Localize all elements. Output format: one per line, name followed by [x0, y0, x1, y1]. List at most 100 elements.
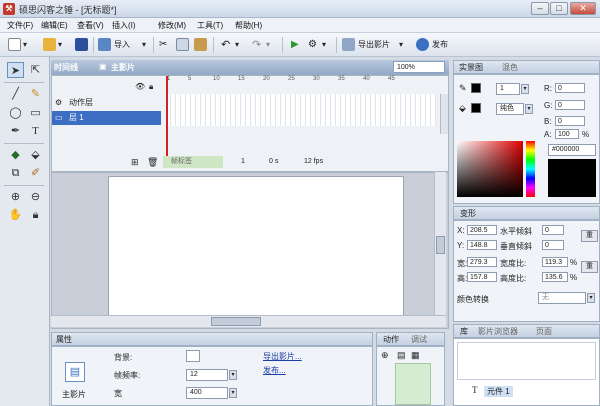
timeline-tab[interactable]: 时间线: [54, 62, 78, 73]
movie-explorer-tab[interactable]: 影片浏览器: [478, 326, 518, 338]
stroke-color-icon[interactable]: ✎: [459, 83, 467, 94]
selection-tool-icon[interactable]: ➤: [7, 62, 24, 78]
timeline-vscroll[interactable]: [440, 94, 448, 134]
open-folder-icon[interactable]: [43, 38, 56, 51]
alpha-input[interactable]: 100: [555, 129, 579, 139]
stroke-color-swatch[interactable]: [471, 83, 481, 93]
new-file-icon[interactable]: [8, 38, 21, 51]
lock-column-icon[interactable]: 🔒︎: [149, 82, 153, 92]
export-movie-link[interactable]: 导出影片...: [263, 351, 302, 362]
fill-type-dropdown-icon[interactable]: ▾: [525, 104, 533, 114]
pen-tool-icon[interactable]: ✒: [7, 123, 24, 139]
fill-transform-icon[interactable]: ⧉: [7, 165, 24, 181]
pages-tab[interactable]: 页面: [536, 326, 552, 338]
reset-skew-button[interactable]: 重: [581, 230, 598, 242]
layer-row[interactable]: ⚙ 动作层: [52, 96, 161, 110]
playhead[interactable]: [166, 76, 168, 156]
menu-view[interactable]: 查看(V): [77, 20, 104, 31]
x-input[interactable]: 208.5: [467, 225, 497, 235]
redo-dropdown-icon[interactable]: ▾: [266, 38, 270, 52]
menu-file[interactable]: 文件(F): [7, 20, 33, 31]
export-dropdown-icon[interactable]: ▾: [399, 38, 403, 52]
fill-color-swatch[interactable]: [471, 103, 481, 113]
publish-link[interactable]: 发布...: [263, 365, 286, 376]
menu-modify[interactable]: 修改(M): [158, 20, 186, 31]
actions-editor[interactable]: [395, 363, 431, 405]
import-button[interactable]: 导入: [114, 38, 130, 52]
stage-hscroll[interactable]: [51, 315, 446, 327]
export-movie-icon[interactable]: [342, 38, 355, 51]
properties-tab[interactable]: 属性: [56, 334, 72, 345]
menu-help[interactable]: 帮助(H): [235, 20, 262, 31]
transform-tab[interactable]: 变形: [460, 208, 476, 220]
maximize-button[interactable]: □: [550, 2, 568, 15]
color-tab[interactable]: 实景图: [459, 62, 483, 74]
menu-tools[interactable]: 工具(T): [197, 20, 223, 31]
hue-slider[interactable]: [526, 141, 535, 197]
scale-h-input[interactable]: 135.6: [542, 272, 568, 282]
import-icon[interactable]: [98, 38, 111, 51]
fill-type-select[interactable]: 纯色: [496, 103, 524, 115]
add-layer-icon[interactable]: ⊞: [131, 157, 139, 168]
scene-label[interactable]: 主影片: [111, 62, 135, 73]
width-dropdown-icon[interactable]: ▾: [229, 388, 237, 398]
find-icon[interactable]: ▤: [397, 350, 406, 361]
close-button[interactable]: ✕: [570, 2, 596, 15]
copy-icon[interactable]: [176, 38, 189, 51]
scale-w-input[interactable]: 119.3: [542, 257, 568, 267]
mixer-tab[interactable]: 混色: [502, 62, 518, 74]
save-icon[interactable]: [75, 38, 88, 51]
color-transform-dropdown-icon[interactable]: ▾: [587, 293, 595, 303]
background-color-swatch[interactable]: [186, 350, 200, 362]
g-input[interactable]: 0: [555, 100, 585, 110]
new-dropdown-icon[interactable]: ▾: [23, 38, 27, 52]
redo-icon[interactable]: ↷: [252, 38, 261, 52]
w-input[interactable]: 279.3: [467, 257, 497, 267]
cut-icon[interactable]: ✂: [159, 38, 167, 52]
framerate-dropdown-icon[interactable]: ▾: [229, 370, 237, 380]
open-dropdown-icon[interactable]: ▾: [58, 38, 62, 52]
hex-input[interactable]: #000000: [548, 144, 596, 156]
publish-icon[interactable]: [416, 38, 429, 51]
library-item[interactable]: 元件 1: [484, 386, 513, 397]
menu-edit[interactable]: 编辑(E): [41, 20, 68, 31]
lock-icon[interactable]: 🔒︎: [27, 207, 44, 223]
publish-button[interactable]: 发布: [432, 38, 448, 52]
menu-insert[interactable]: 插入(I): [112, 20, 136, 31]
zoom-in-icon[interactable]: ⊕: [7, 189, 24, 205]
color-picker-square[interactable]: [457, 141, 523, 197]
hscroll-thumb[interactable]: [211, 317, 261, 326]
fill-color-icon[interactable]: ⬙: [459, 103, 466, 114]
pencil-tool-icon[interactable]: ✎: [27, 86, 44, 102]
layer-row-selected[interactable]: ▭ 层 1: [52, 111, 161, 125]
play-icon[interactable]: ▶: [291, 38, 299, 52]
import-dropdown-icon[interactable]: ▾: [142, 38, 146, 52]
frame-grid[interactable]: [166, 94, 436, 126]
test-dropdown-icon[interactable]: ▾: [322, 38, 326, 52]
ink-bottle-icon[interactable]: ⬙: [27, 147, 44, 163]
r-input[interactable]: 0: [555, 83, 585, 93]
undo-dropdown-icon[interactable]: ▾: [235, 38, 239, 52]
eye-icon[interactable]: 👁︎: [135, 82, 145, 91]
stage-vscroll[interactable]: [434, 172, 446, 315]
add-action-icon[interactable]: ⊕: [381, 350, 389, 361]
frame-label-field[interactable]: 帧标签: [163, 156, 223, 168]
skew-h-input[interactable]: 0: [542, 225, 564, 235]
skew-v-input[interactable]: 0: [542, 240, 564, 250]
minimize-button[interactable]: –: [531, 2, 549, 15]
width-input[interactable]: 400: [186, 387, 228, 399]
stroke-width-input[interactable]: 1: [496, 83, 520, 95]
h-input[interactable]: 157.8: [467, 272, 497, 282]
paint-bucket-icon[interactable]: ◆: [7, 147, 24, 163]
debug-tab[interactable]: 调试: [411, 334, 427, 345]
text-tool-icon[interactable]: T: [27, 123, 44, 139]
vscroll-thumb[interactable]: [436, 236, 445, 254]
color-transform-select[interactable]: 无: [538, 292, 586, 304]
reset-scale-button[interactable]: 重: [581, 261, 598, 273]
hand-tool-icon[interactable]: ✋: [7, 207, 24, 223]
script-icon[interactable]: ▦: [411, 350, 420, 361]
b-input[interactable]: 0: [555, 116, 585, 126]
zoom-out-icon[interactable]: ⊖: [27, 189, 44, 205]
rectangle-tool-icon[interactable]: ▭: [27, 105, 44, 121]
subselection-tool-icon[interactable]: ⇱: [27, 62, 44, 78]
